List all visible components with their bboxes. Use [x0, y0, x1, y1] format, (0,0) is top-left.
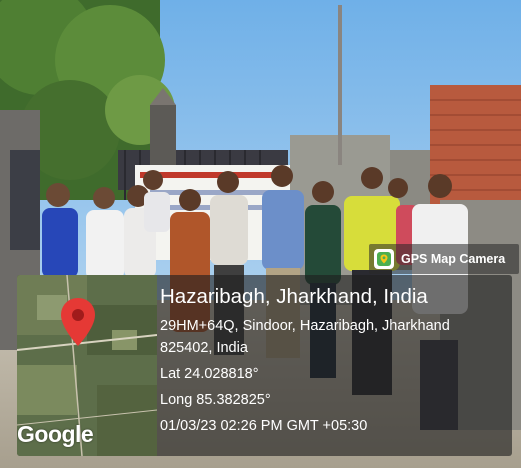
address-line-2: 825402, India: [160, 340, 248, 356]
longitude-text: Long 85.382825°: [160, 392, 271, 408]
timestamp-text: 01/03/23 02:26 PM GMT +05:30: [160, 418, 368, 434]
app-name-label: GPS Map Camera: [401, 252, 506, 266]
location-title: Hazaribagh, Jharkhand, India: [160, 285, 428, 308]
location-overlay: Google Hazaribagh, Jharkhand, India 29HM…: [17, 275, 512, 456]
address-line-1: 29HM+64Q, Sindoor, Hazaribagh, Jharkhand: [160, 318, 450, 334]
map-pin-marker-icon: [60, 297, 96, 352]
map-thumbnail: Google: [17, 275, 157, 456]
google-logo: Google: [17, 421, 94, 447]
location-info: Hazaribagh, Jharkhand, India 29HM+64Q, S…: [160, 283, 510, 437]
map-pin-icon: [374, 249, 394, 269]
latitude-text: Lat 24.028818°: [160, 366, 259, 382]
gps-map-camera-badge: GPS Map Camera: [369, 244, 519, 274]
